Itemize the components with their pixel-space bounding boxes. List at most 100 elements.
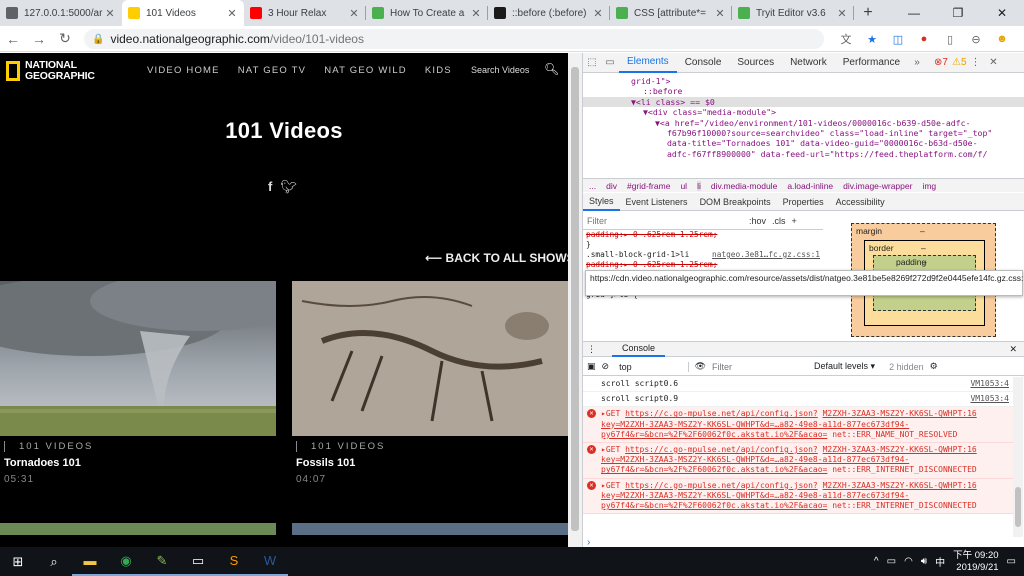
search-icon[interactable]: 🔍︎ [544,62,559,76]
tornado-thumbnail[interactable] [0,281,276,436]
page-vertical-scrollbar[interactable] [568,53,582,547]
nav-video-home[interactable]: VIDEO HOME [147,65,220,76]
dom-node-line[interactable]: adfc-f67ff8900000" data-feed-url="https:… [583,149,1024,159]
breadcrumb-item[interactable]: a.load-inline [787,181,833,191]
sidebar-toggle-icon[interactable]: ▣ [587,361,596,372]
tab-sources[interactable]: Sources [729,53,782,73]
dom-node-line[interactable]: ::before [583,86,1024,96]
search-icon[interactable]: ⌕ [36,547,72,576]
console-settings-icon[interactable]: ⚙ [930,361,938,372]
console-filter-input[interactable] [712,359,803,374]
add-rule-icon[interactable]: + [792,216,797,226]
browser-tab[interactable]: 101 Videos ✕ [122,0,244,26]
tab-performance[interactable]: Performance [835,53,908,73]
minimize-icon[interactable]: — [892,0,936,26]
request-method[interactable]: ▸GET [601,445,620,454]
breadcrumb-item[interactable]: ... [589,181,596,191]
card-title[interactable]: Tornadoes 101 [4,457,81,469]
next-card-thumbnail[interactable] [0,523,276,535]
wifi-icon[interactable]: ◠ [904,556,913,567]
styles-subtab[interactable]: Properties [777,193,830,211]
close-tab-icon[interactable]: ✕ [592,7,604,20]
sublime-icon[interactable]: S [216,547,252,576]
dom-node-line[interactable]: data-title="Tornadoes 101" data-video-gu… [583,138,1024,148]
clock[interactable]: 下午 09:20 2019/9/21 [953,550,998,574]
log-source-link[interactable]: VM1053:4 [970,379,1009,389]
avatar[interactable]: ☻ [992,29,1012,49]
dom-node-line[interactable]: grid-1"> [583,76,1024,86]
extension-icon[interactable]: ◫ [888,29,908,49]
inspect-icon[interactable]: ⬚ [583,57,601,68]
breadcrumb-item[interactable]: li [697,180,701,191]
request-url[interactable]: https://c.go-mpulse.net/api/config.json? [625,409,818,418]
clear-console-icon[interactable]: ⊘ [602,361,610,372]
styles-subtab[interactable]: Styles [583,193,620,211]
ime-indicator[interactable]: 中 [935,554,945,569]
extension-icon[interactable]: ▯ [940,29,960,49]
fossil-thumbnail[interactable] [292,281,568,436]
device-toolbar-icon[interactable]: ▭ [601,57,619,68]
kebab-menu-icon[interactable]: ⋮ [967,57,985,68]
network-icon[interactable]: ▭ [887,556,896,567]
eye-icon[interactable]: 👁︎ [695,361,706,372]
video-card[interactable]: 101 VIDEOS Tornadoes 101 05:31 [0,281,276,496]
tab-elements[interactable]: Elements [619,53,677,73]
more-tabs-icon[interactable]: » [908,57,926,68]
twitter-icon[interactable]: 🐦︎ [280,179,297,195]
back-arrow-icon[interactable]: ← [0,26,26,52]
translate-icon[interactable]: 文 [836,29,856,49]
windows-start-icon[interactable]: ⊞ [0,547,36,576]
next-card-thumbnail[interactable] [292,523,568,535]
console-drawer-tab[interactable]: Console [612,341,666,357]
request-url[interactable]: https://c.go-mpulse.net/api/config.json? [625,481,818,490]
search-videos-label[interactable]: Search Videos [471,65,529,75]
styles-subtab[interactable]: DOM Breakpoints [694,193,777,211]
breadcrumb-item[interactable]: div.image-wrapper [843,181,912,191]
browser-tab[interactable]: 127.0.0.1:5000/ar ✕ [0,0,122,26]
styles-subtab[interactable]: Accessibility [830,193,891,211]
close-tab-icon[interactable]: ✕ [470,7,482,20]
tab-network[interactable]: Network [782,53,835,73]
video-card[interactable]: 101 VIDEOS Fossils 101 04:07 [292,281,568,496]
breadcrumb-item[interactable]: div.media-module [711,181,777,191]
close-tab-icon[interactable]: ✕ [104,7,116,20]
breadcrumb-item[interactable]: #grid-frame [627,181,670,191]
chrome-icon[interactable]: ◉ [108,547,144,576]
nav-nat-geo-tv[interactable]: NAT GEO TV [238,65,307,76]
dom-node-line[interactable]: ▼<div class="media-module"> [583,107,1024,117]
close-tab-icon[interactable]: ✕ [226,7,238,20]
browser-tab[interactable]: Tryit Editor v3.6 ✕ [732,0,854,26]
menu-icon[interactable]: ⋮ [1018,29,1024,49]
notepadpp-icon[interactable]: ✎ [144,547,180,576]
browser-tab[interactable]: CSS [attribute*= ✕ [610,0,732,26]
browser-tab[interactable]: 3 Hour Relax ✕ [244,0,366,26]
facebook-icon[interactable]: f [268,179,272,195]
bookmark-star-icon[interactable]: ★ [862,29,882,49]
tray-chevron-icon[interactable]: ^ [874,556,879,567]
back-to-all-shows-link[interactable]: ⟵ BACK TO ALL SHOWS [425,251,568,265]
close-tab-icon[interactable]: ✕ [836,7,848,20]
natgeo-logo[interactable]: NATIONAL GEOGRAPHIC [6,60,95,82]
scrollbar-thumb[interactable] [571,67,579,531]
styles-filter-input[interactable] [583,213,743,228]
card-title[interactable]: Fossils 101 [296,457,355,469]
context-selector[interactable]: top [615,361,689,372]
hov-toggle[interactable]: :hov [749,216,766,226]
terminal-icon[interactable]: ▭ [180,547,216,576]
forward-arrow-icon[interactable]: → [26,26,52,52]
console-scrollbar[interactable] [1013,377,1023,537]
browser-tab[interactable]: How To Create a ✕ [366,0,488,26]
nav-kids[interactable]: KIDS [425,65,452,76]
close-window-icon[interactable]: ✕ [980,0,1024,26]
restore-icon[interactable]: ❐ [936,0,980,26]
styles-subtab[interactable]: Event Listeners [620,193,694,211]
close-tab-icon[interactable]: ✕ [714,7,726,20]
word-icon[interactable]: W [252,547,288,576]
close-devtools-icon[interactable]: ✕ [985,57,1003,68]
breadcrumb-item[interactable]: img [922,181,936,191]
extension-icon[interactable]: ⊖ [966,29,986,49]
drawer-menu-icon[interactable]: ⋮ [587,344,596,355]
extension-badge-icon[interactable]: ● [914,29,934,49]
browser-tab[interactable]: ::before (:before) ✕ [488,0,610,26]
volume-icon[interactable]: 🔊︎ [921,556,927,567]
